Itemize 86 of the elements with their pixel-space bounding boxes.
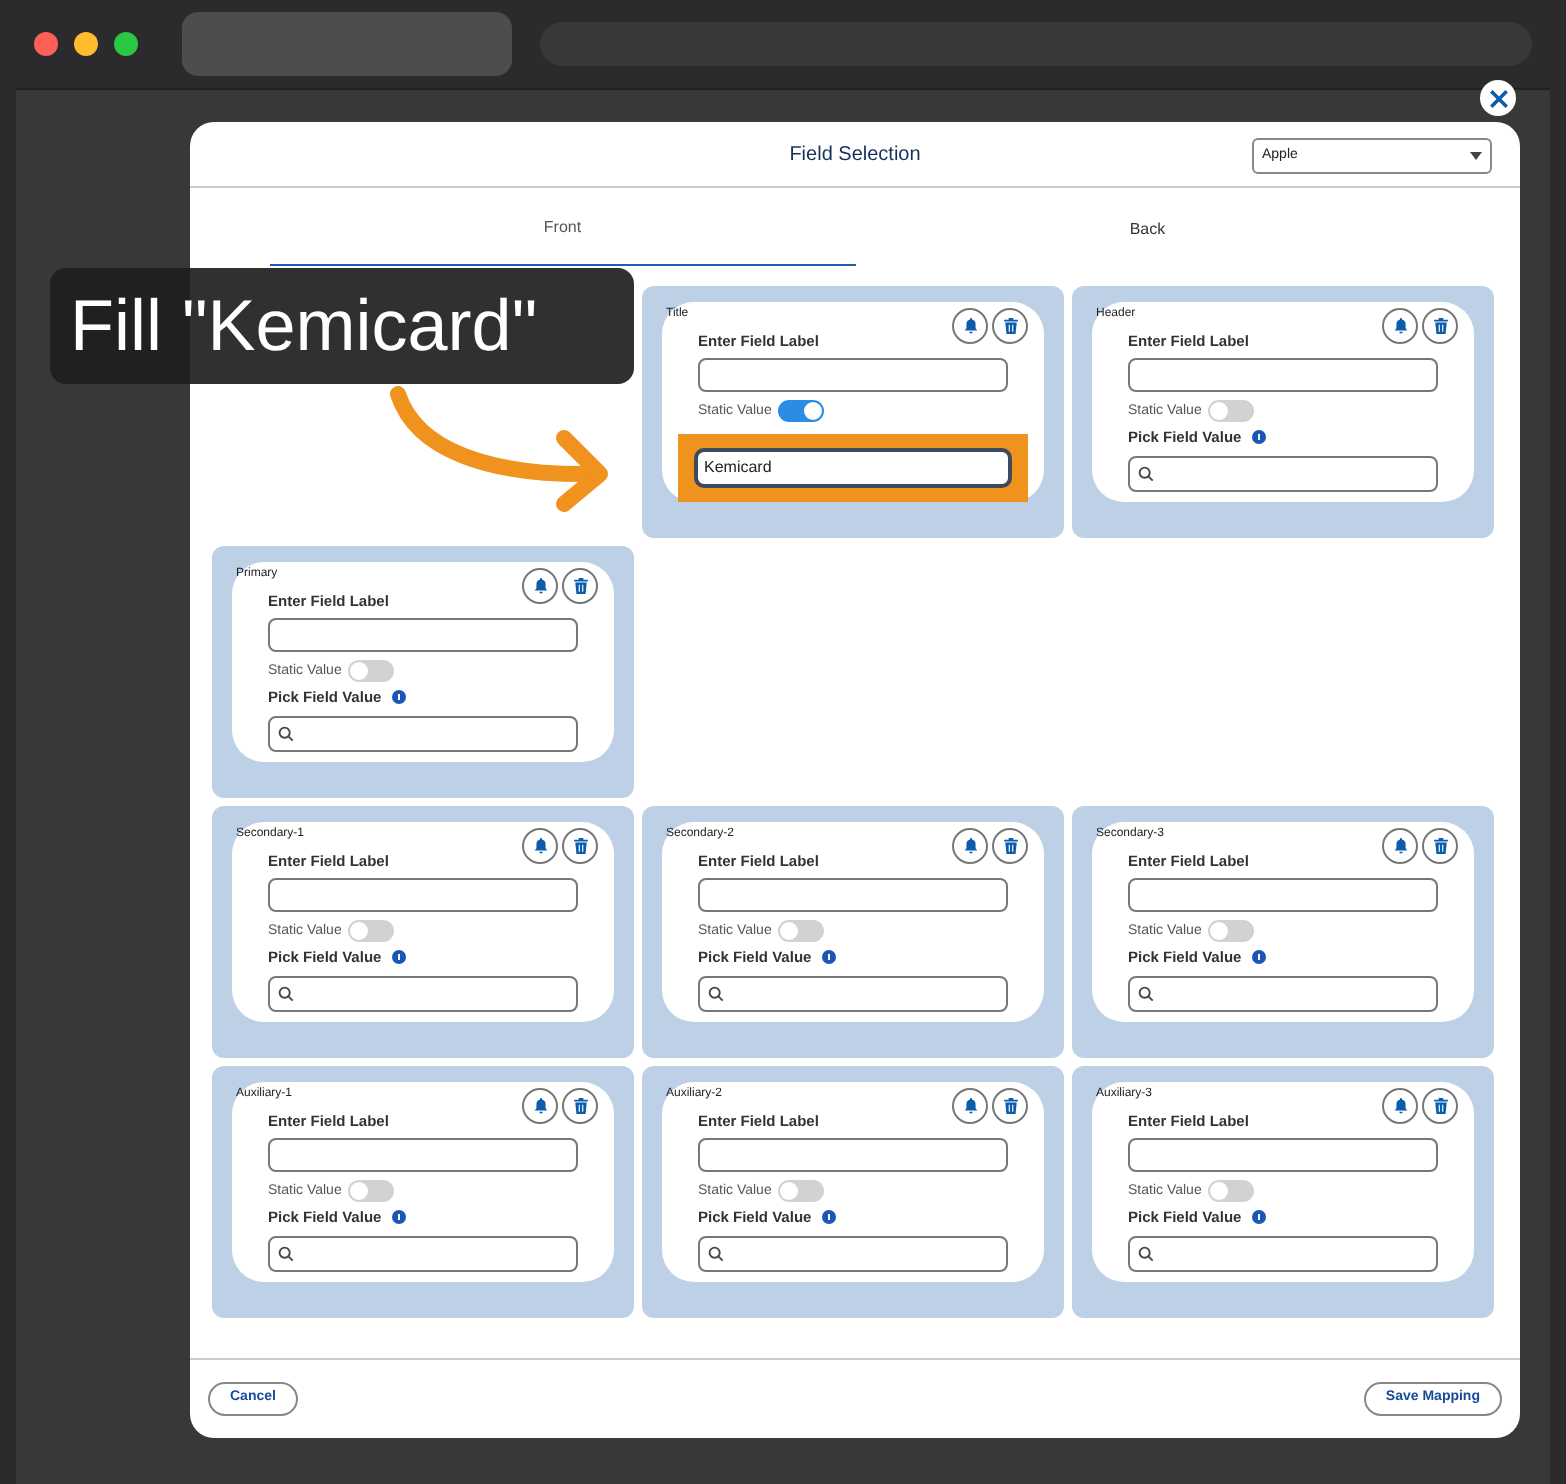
notify-button[interactable] xyxy=(522,568,558,604)
search-field[interactable] xyxy=(1128,975,1438,1011)
trash-icon xyxy=(1003,838,1017,854)
trash-icon xyxy=(1003,1098,1017,1114)
static-value-toggle[interactable] xyxy=(1207,1180,1254,1203)
bell-icon xyxy=(1393,318,1407,334)
search-icon xyxy=(278,725,294,741)
search-field[interactable] xyxy=(268,975,578,1011)
info-icon xyxy=(1251,950,1266,965)
delete-button[interactable] xyxy=(562,1088,598,1124)
search-field[interactable] xyxy=(1128,455,1438,491)
label-input[interactable] xyxy=(268,878,578,913)
static-value-toggle[interactable] xyxy=(347,660,394,683)
bell-icon xyxy=(963,318,977,334)
info-icon xyxy=(1251,430,1266,445)
static-value-input[interactable]: Kemicard xyxy=(694,448,1012,489)
tab[interactable]: Front xyxy=(270,192,855,266)
label-input[interactable] xyxy=(1128,358,1438,393)
notify-button[interactable] xyxy=(522,1088,558,1124)
info-icon xyxy=(1251,1210,1266,1225)
search-icon xyxy=(1138,1245,1154,1261)
info-icon xyxy=(391,1210,406,1225)
search-icon xyxy=(1138,465,1154,481)
search-icon xyxy=(1138,985,1154,1001)
static-value-toggle[interactable] xyxy=(777,920,824,943)
static-value-toggle[interactable] xyxy=(777,1180,824,1203)
notify-button[interactable] xyxy=(1382,1088,1418,1124)
notify-button[interactable] xyxy=(1382,308,1418,344)
static-value-toggle[interactable] xyxy=(1207,920,1254,943)
notify-button[interactable] xyxy=(952,308,988,344)
callout-tooltip: Fill "Kemicard" xyxy=(50,268,634,384)
dialog-title: Field Selection xyxy=(789,141,921,169)
static-value-toggle[interactable] xyxy=(777,400,824,423)
delete-button[interactable] xyxy=(562,828,598,864)
tab[interactable]: Back xyxy=(855,192,1440,266)
close-icon xyxy=(1487,87,1509,109)
static-value-toggle[interactable] xyxy=(347,920,394,943)
label-input[interactable] xyxy=(698,358,1008,393)
bell-icon xyxy=(533,1098,547,1114)
info-icon xyxy=(821,1210,836,1225)
delete-button[interactable] xyxy=(562,568,598,604)
notify-button[interactable] xyxy=(952,1088,988,1124)
notify-button[interactable] xyxy=(952,828,988,864)
info-icon xyxy=(391,690,406,705)
search-field[interactable] xyxy=(268,715,578,751)
label-input[interactable] xyxy=(698,1138,1008,1173)
trash-icon xyxy=(573,838,587,854)
delete-button[interactable] xyxy=(992,308,1028,344)
close-button[interactable] xyxy=(1480,80,1516,116)
search-icon xyxy=(278,985,294,1001)
label-input[interactable] xyxy=(268,1138,578,1173)
delete-button[interactable] xyxy=(992,828,1028,864)
notify-button[interactable] xyxy=(1382,828,1418,864)
bell-icon xyxy=(1393,838,1407,854)
search-icon xyxy=(708,985,724,1001)
notify-button[interactable] xyxy=(522,828,558,864)
bell-icon xyxy=(963,1098,977,1114)
trash-icon xyxy=(573,578,587,594)
trash-icon xyxy=(1433,318,1447,334)
search-field[interactable] xyxy=(698,975,1008,1011)
trash-icon xyxy=(1433,1098,1447,1114)
search-field[interactable] xyxy=(1128,1235,1438,1271)
static-value-toggle[interactable] xyxy=(347,1180,394,1203)
bell-icon xyxy=(1393,1098,1407,1114)
delete-button[interactable] xyxy=(1422,828,1458,864)
delete-button[interactable] xyxy=(1422,1088,1458,1124)
caret-icon xyxy=(1470,152,1482,160)
search-field[interactable] xyxy=(698,1235,1008,1271)
search-icon xyxy=(278,1245,294,1261)
label-input[interactable] xyxy=(1128,1138,1438,1173)
label-input[interactable] xyxy=(268,618,578,653)
label-input[interactable] xyxy=(698,878,1008,913)
delete-button[interactable] xyxy=(1422,308,1458,344)
bell-icon xyxy=(533,838,547,854)
info-icon xyxy=(821,950,836,965)
trash-icon xyxy=(573,1098,587,1114)
search-field[interactable] xyxy=(268,1235,578,1271)
trash-icon xyxy=(1433,838,1447,854)
bell-icon xyxy=(963,838,977,854)
static-value-toggle[interactable] xyxy=(1207,400,1254,423)
bell-icon xyxy=(533,578,547,594)
info-icon xyxy=(391,950,406,965)
label-input[interactable] xyxy=(1128,878,1438,913)
trash-icon xyxy=(1003,318,1017,334)
delete-button[interactable] xyxy=(992,1088,1028,1124)
search-icon xyxy=(708,1245,724,1261)
